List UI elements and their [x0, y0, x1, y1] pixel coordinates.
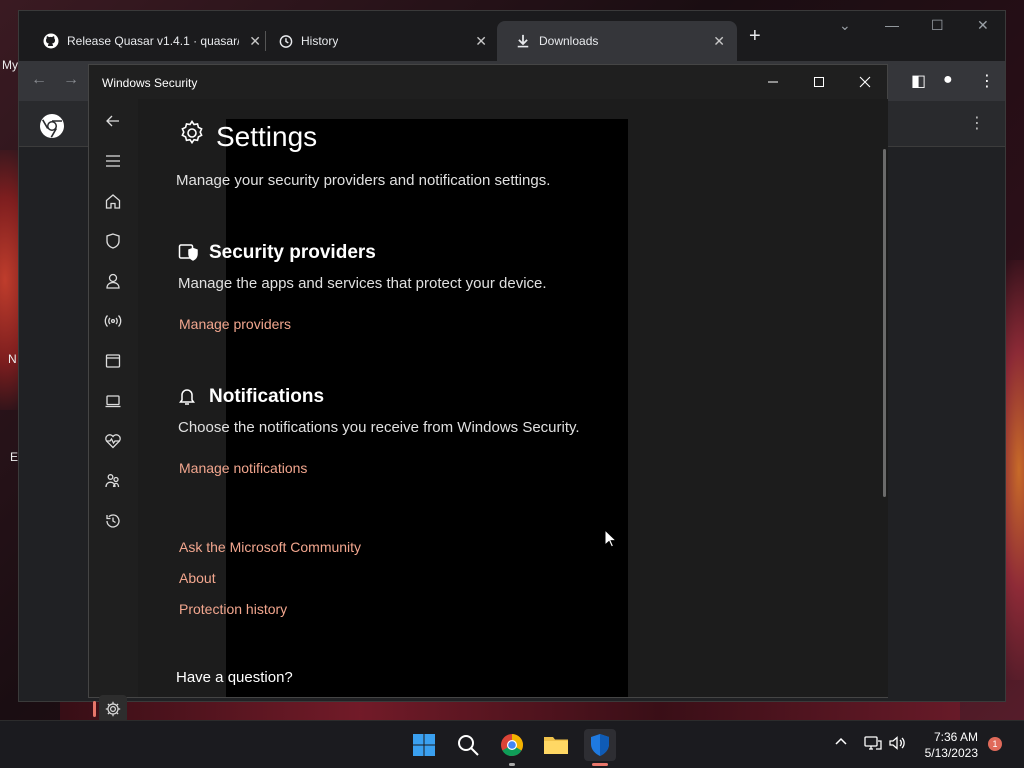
tab-history[interactable]: History ✕: [259, 21, 499, 61]
taskbar: 7:36 AM 5/13/2023 1: [0, 720, 1024, 768]
title-bar: Windows Security: [89, 65, 887, 99]
volume-icon[interactable]: [888, 735, 906, 754]
desktop-icon-label[interactable]: N: [8, 352, 17, 366]
close-icon[interactable]: ✕: [475, 33, 487, 50]
minimize-button[interactable]: [763, 72, 783, 92]
clock-time: 7:36 AM: [933, 730, 978, 744]
back-button[interactable]: [99, 107, 127, 135]
shield-icon: [106, 233, 120, 249]
nav-device-performance[interactable]: [99, 427, 127, 455]
gear-icon: [105, 701, 121, 717]
folder-icon: [544, 737, 568, 754]
nav-device-security[interactable]: [99, 387, 127, 415]
taskbar-chrome[interactable]: [496, 729, 528, 761]
sidebar-icon[interactable]: ◧: [911, 71, 926, 91]
start-button[interactable]: [408, 729, 440, 761]
window-title: Windows Security: [102, 76, 198, 90]
maximize-icon[interactable]: ☐: [931, 17, 944, 34]
history-icon: [277, 33, 293, 49]
desktop-icon-label[interactable]: My: [2, 58, 18, 72]
nav-settings[interactable]: [99, 695, 127, 723]
chrome-icon: [501, 734, 523, 756]
scrollbar[interactable]: [883, 149, 886, 497]
windows-security-window: Windows Security Settings Manage your se…: [88, 64, 888, 723]
download-icon: [515, 33, 531, 49]
antenna-icon: [104, 315, 122, 327]
active-app-indicator: [592, 763, 608, 766]
search-button[interactable]: [452, 729, 484, 761]
tab-strip: Release Quasar v1.4.1 · quasar/Q ✕ Histo…: [19, 11, 1005, 61]
search-icon: [458, 735, 479, 756]
notifications-description: Choose the notifications you receive fro…: [178, 419, 580, 436]
hamburger-menu-button[interactable]: [99, 147, 127, 175]
taskbar-file-explorer[interactable]: [540, 729, 572, 761]
nav-app-browser-control[interactable]: [99, 347, 127, 375]
chrome-logo-icon: [39, 113, 65, 144]
active-indicator: [93, 701, 96, 717]
settings-gear-icon: [178, 119, 206, 152]
navigation-rail: [89, 99, 137, 723]
notification-badge[interactable]: 1: [988, 737, 1002, 751]
hamburger-icon: [106, 155, 120, 167]
security-providers-description: Manage the apps and services that protec…: [178, 275, 547, 292]
more-options-icon[interactable]: ⋮: [969, 113, 985, 133]
shield-icon: [591, 734, 609, 756]
back-arrow-icon[interactable]: ←: [31, 71, 47, 89]
laptop-icon: [105, 395, 121, 408]
mouse-cursor-icon: [604, 528, 618, 554]
forward-arrow-icon[interactable]: →: [63, 71, 79, 89]
manage-providers-link[interactable]: Manage providers: [179, 316, 291, 332]
heart-pulse-icon: [105, 434, 121, 449]
nav-home[interactable]: [99, 187, 127, 215]
nav-protection-history[interactable]: [99, 507, 127, 535]
page-subtitle: Manage your security providers and notif…: [176, 172, 551, 189]
have-a-question-heading: Have a question?: [176, 669, 293, 686]
close-icon[interactable]: ✕: [977, 17, 989, 34]
home-icon: [105, 194, 121, 209]
chevron-down-icon[interactable]: ⌄: [839, 17, 851, 34]
security-providers-icon: [178, 242, 198, 267]
taskbar-windows-security[interactable]: [584, 729, 616, 761]
running-indicator: [509, 763, 515, 766]
tab-title: Downloads: [539, 34, 599, 48]
person-icon: [106, 273, 120, 289]
github-icon: [43, 33, 59, 49]
clock-date: 5/13/2023: [924, 746, 978, 760]
notifications-heading: Notifications: [209, 386, 325, 407]
network-icon[interactable]: [864, 735, 882, 754]
about-link[interactable]: About: [179, 570, 216, 586]
menu-dots-icon[interactable]: ⋮: [979, 71, 995, 91]
nav-virus-protection[interactable]: [99, 227, 127, 255]
nav-firewall[interactable]: [99, 307, 127, 335]
profile-icon[interactable]: ●: [943, 71, 953, 89]
nav-family-options[interactable]: [99, 467, 127, 495]
tab-downloads[interactable]: Downloads ✕: [497, 21, 737, 61]
manage-notifications-link[interactable]: Manage notifications: [179, 460, 307, 476]
close-icon[interactable]: ✕: [713, 33, 725, 50]
maximize-button[interactable]: [809, 72, 829, 92]
family-icon: [105, 474, 120, 488]
back-arrow-icon: [106, 115, 119, 127]
new-tab-button[interactable]: +: [749, 25, 761, 48]
protection-history-link[interactable]: Protection history: [179, 601, 287, 617]
tab-title: Release Quasar v1.4.1 · quasar/Q: [67, 34, 239, 48]
microsoft-community-link[interactable]: Ask the Microsoft Community: [179, 539, 361, 555]
tab-release-quasar[interactable]: Release Quasar v1.4.1 · quasar/Q ✕: [25, 21, 265, 61]
nav-account-protection[interactable]: [99, 267, 127, 295]
history-icon: [106, 514, 120, 528]
minimize-icon[interactable]: —: [885, 17, 899, 33]
chevron-up-icon[interactable]: [834, 735, 848, 752]
desktop-icon-label[interactable]: E: [10, 450, 18, 464]
close-button[interactable]: [855, 72, 875, 92]
page-title: Settings: [216, 121, 318, 152]
tab-title: History: [301, 34, 339, 48]
app-window-icon: [105, 354, 121, 368]
windows-logo-icon: [413, 734, 435, 756]
bell-icon: [178, 386, 196, 411]
security-providers-heading: Security providers: [209, 242, 376, 263]
settings-page: Settings Manage your security providers …: [138, 99, 888, 697]
system-clock[interactable]: 7:36 AM 5/13/2023: [925, 729, 978, 761]
